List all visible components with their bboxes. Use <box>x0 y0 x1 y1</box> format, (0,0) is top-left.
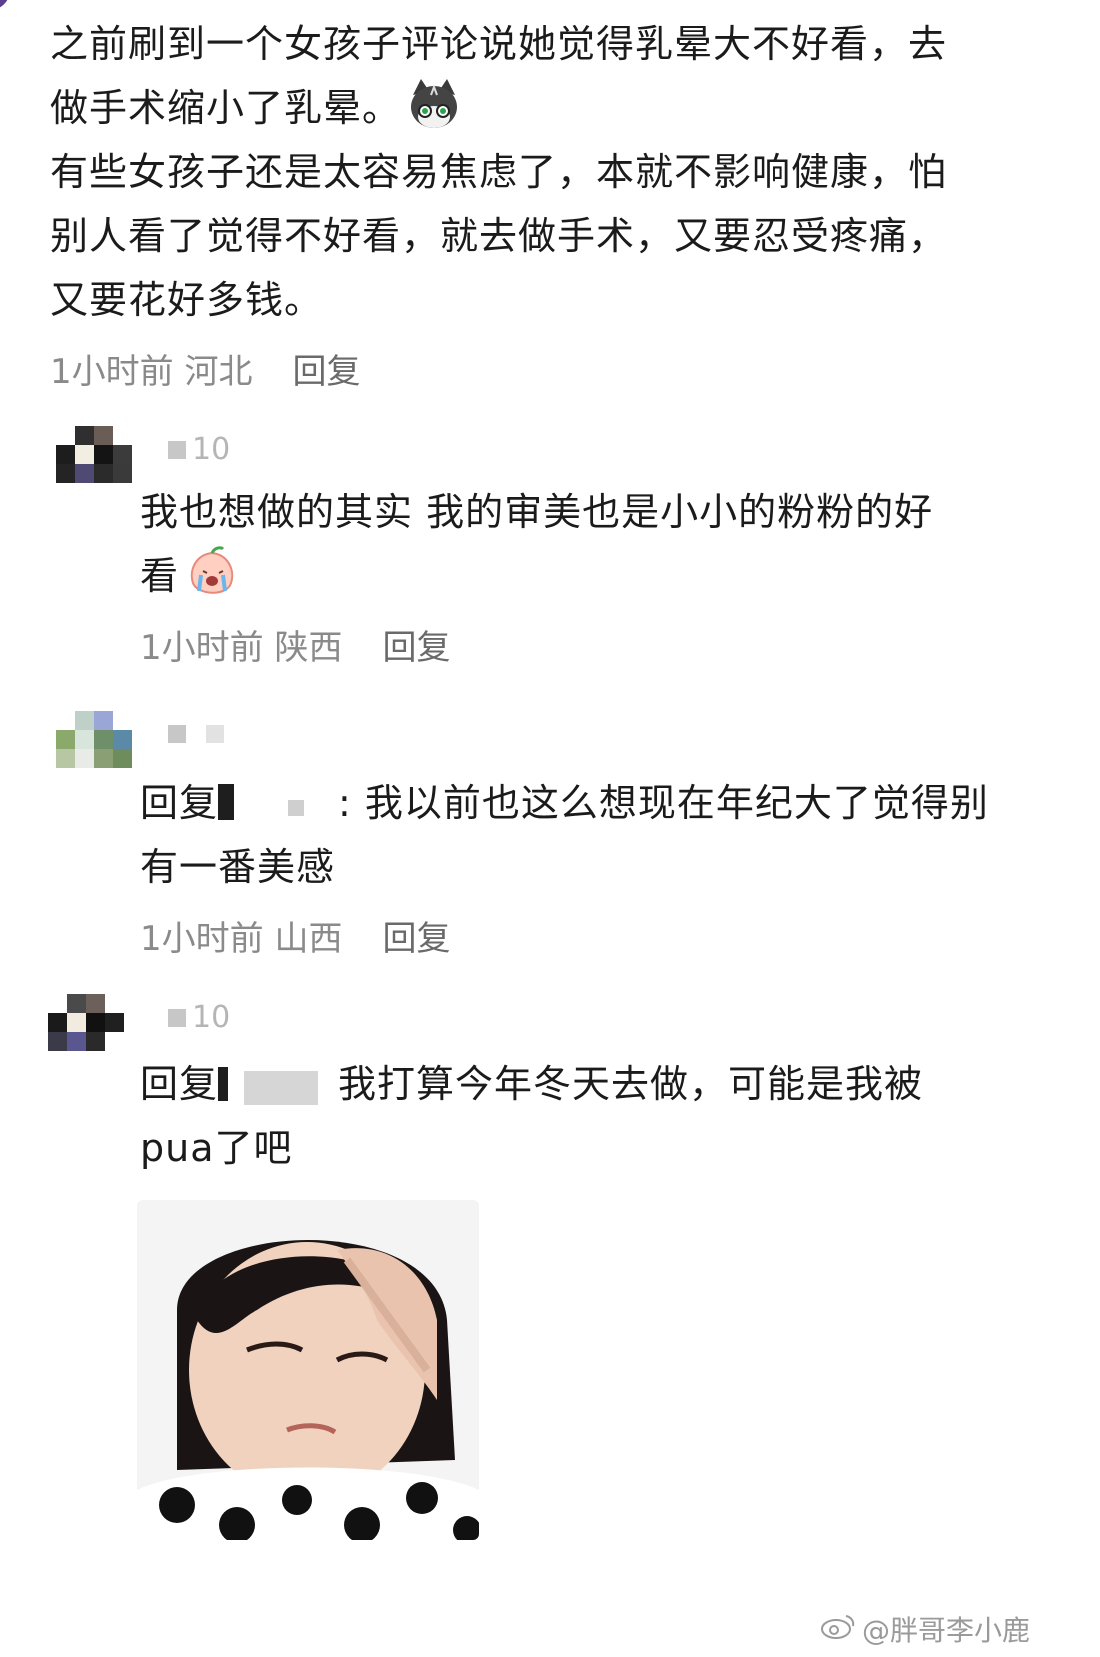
comment-text: 之前刷到一个女孩子评论说她觉得乳晕大不好看，去 做手术缩小了乳晕。 有些女孩子还… <box>50 22 948 322</box>
location: 河北 <box>184 351 253 392</box>
reply-body: 回复 : 我以前也这么想现在年纪大了觉得别 有一番美感 1小时前 山西 回复 <box>140 771 1060 965</box>
reply-text: 我也想做的其实 我的审美也是小小的粉粉的好 看 <box>140 490 934 599</box>
weibo-icon <box>820 1612 856 1647</box>
username[interactable]: 10 <box>168 432 230 467</box>
redacted-username <box>218 1063 338 1105</box>
reply-button[interactable]: 回复 <box>292 344 360 393</box>
cat-emoji-icon <box>407 77 461 131</box>
timestamp: 1小时前 <box>140 918 264 959</box>
watermark: @胖哥李小鹿 <box>820 1609 1030 1649</box>
reply-button[interactable]: 回复 <box>382 620 450 669</box>
comment-meta: 1小时前 河北 回复 <box>50 338 1060 398</box>
reply-text: 回复 : 我以前也这么想现在年纪大了觉得别 有一番美感 <box>140 781 989 889</box>
reply-body: 我也想做的其实 我的审美也是小小的粉粉的好 看 1小时前 陕西 回复 <box>140 480 1060 674</box>
corner-avatar <box>0 0 10 10</box>
timestamp: 1小时前 <box>140 627 264 668</box>
crying-peach-emoji-icon <box>185 545 239 599</box>
location: 陕西 <box>274 627 343 668</box>
avatar[interactable] <box>56 426 132 490</box>
reply-button[interactable]: 回复 <box>382 911 450 960</box>
username[interactable]: 10 <box>168 1000 230 1035</box>
avatar[interactable] <box>48 994 124 1058</box>
redacted-username <box>218 782 338 822</box>
reply-meta: 1小时前 陕西 回复 <box>140 614 1060 674</box>
username[interactable] <box>168 725 224 743</box>
reply-body: 回复 我打算今年冬天去做，可能是我被 pua了吧 <box>140 1052 1060 1180</box>
avatar[interactable] <box>56 711 132 775</box>
top-comment: 之前刷到一个女孩子评论说她觉得乳晕大不好看，去 做手术缩小了乳晕。 有些女孩子还… <box>50 12 1060 398</box>
reply-text: 回复 我打算今年冬天去做，可能是我被 pua了吧 <box>140 1062 924 1170</box>
timestamp: 1小时前 <box>50 351 174 392</box>
location: 山西 <box>274 918 343 959</box>
reply-meta: 1小时前 山西 回复 <box>140 905 1060 965</box>
attached-photo[interactable] <box>137 1200 479 1540</box>
